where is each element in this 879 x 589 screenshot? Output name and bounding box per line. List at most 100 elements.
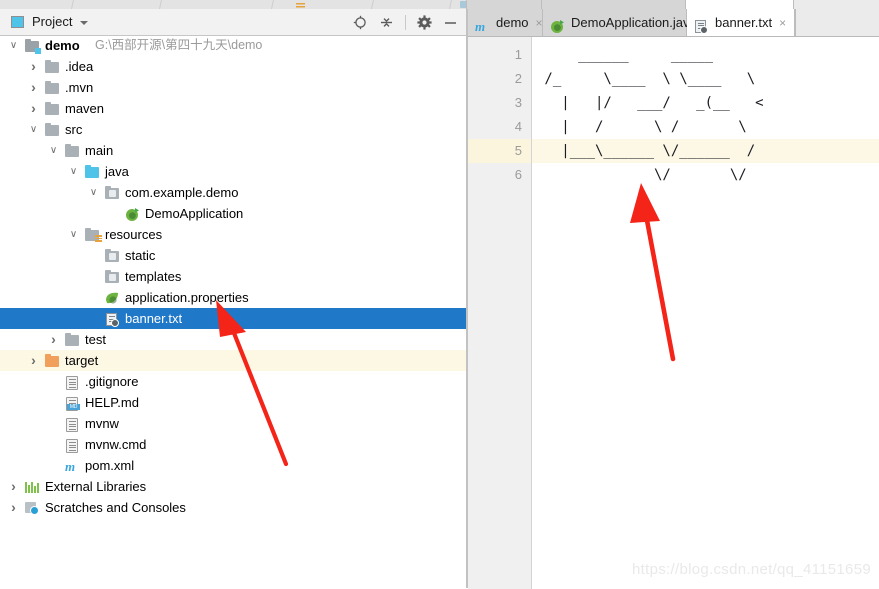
- folder-icon: [45, 80, 60, 94]
- line-number[interactable]: 4: [482, 115, 522, 139]
- editor-area: mdemo×DemoApplication.java×banner.txt× 1…: [468, 9, 879, 589]
- tree-row-label: templates: [125, 269, 182, 284]
- intellij-idea-window: Project ∨ demo G:\西部开源\第四十九天\demo › .ide…: [0, 0, 879, 589]
- folder-icon: [65, 143, 80, 157]
- tree-row-scratches-and-consoles[interactable]: Scratches and Consoles: [0, 497, 466, 518]
- tree-row-label: .idea: [65, 59, 94, 74]
- code-line-row[interactable]: ______ _____: [532, 43, 879, 67]
- tree-expander-closed[interactable]: [28, 77, 39, 98]
- code-line-row[interactable]: |___\______ \/______ /: [532, 139, 879, 163]
- tree-row-resources[interactable]: resources: [0, 224, 466, 245]
- tree-expander-open[interactable]: [88, 182, 99, 203]
- code-line-row[interactable]: | / \ / \: [532, 115, 879, 139]
- tab-close-icon[interactable]: ×: [536, 16, 543, 30]
- tab-close-icon[interactable]: ×: [779, 16, 786, 30]
- scratches-icon: [25, 501, 40, 515]
- tab-label: banner.txt: [715, 15, 773, 30]
- banner-file-icon: [694, 19, 709, 34]
- locate-icon[interactable]: [353, 15, 368, 30]
- code-line-row[interactable]: | |/ ___/ _(__ <: [532, 91, 879, 115]
- tree-row-banner-txt[interactable]: banner.txt: [0, 308, 466, 329]
- editor-tab-bar[interactable]: mdemo×DemoApplication.java×banner.txt×: [468, 9, 879, 36]
- tree-row-label: .gitignore: [85, 374, 139, 389]
- tree-row-test[interactable]: test: [0, 329, 466, 350]
- line-number[interactable]: 2: [482, 67, 522, 91]
- tree-expander-closed[interactable]: [28, 98, 39, 119]
- tree-row-label: banner.txt: [125, 311, 183, 326]
- text-editor[interactable]: 123456 ______ _____ /_ \____ \ \____ \ |…: [468, 36, 879, 589]
- project-tree[interactable]: demoG:\西部开源\第四十九天\demo .idea .mvnmavensrc m…: [0, 35, 466, 588]
- tree-expander-closed[interactable]: [8, 497, 19, 518]
- tree-expander-open[interactable]: [68, 161, 79, 182]
- text-file-icon: [65, 417, 80, 432]
- tree-row-application-properties[interactable]: application.properties: [0, 287, 466, 308]
- code-line-text: | |/ ___/ _(__ <: [536, 95, 764, 111]
- tree-row-label: java: [105, 164, 129, 179]
- tree-row-label: main: [85, 143, 114, 158]
- tree-expander-closed[interactable]: [28, 56, 39, 77]
- editor-code-area[interactable]: ______ _____ /_ \____ \ \____ \ | |/ ___…: [532, 37, 879, 589]
- tree-row-gitignore[interactable]: .gitignore: [0, 371, 466, 392]
- tree-expander-closed[interactable]: [28, 350, 39, 371]
- folder-icon: [65, 332, 80, 346]
- tree-expander-open[interactable]: [48, 140, 59, 161]
- resources-root-folder-icon: [85, 227, 102, 242]
- line-number[interactable]: 3: [482, 91, 522, 115]
- maven-file-icon: m: [475, 18, 486, 34]
- source-root-folder-icon: [85, 164, 100, 178]
- tree-expander-closed[interactable]: [48, 329, 59, 350]
- tree-row-label: application.properties: [125, 290, 249, 305]
- tree-row-external-libraries[interactable]: External Libraries: [0, 476, 466, 497]
- tool-window-title: Project: [32, 14, 73, 29]
- collapse-all-icon[interactable]: [379, 15, 394, 30]
- tree-row-mvnw[interactable]: mvnw: [0, 413, 466, 434]
- hide-icon[interactable]: [443, 15, 458, 30]
- banner-file-icon: [105, 312, 120, 327]
- tree-row-static[interactable]: static: [0, 245, 466, 266]
- line-number[interactable]: 6: [482, 163, 522, 187]
- tree-row-templates[interactable]: templates: [0, 266, 466, 287]
- code-line-row[interactable]: /_ \____ \ \____ \: [532, 67, 879, 91]
- tree-row-pom-xml[interactable]: m pom.xml: [0, 455, 466, 476]
- code-line-text: |___\______ \/______ /: [536, 143, 756, 159]
- tree-row-java[interactable]: java: [0, 161, 466, 182]
- code-line-text: /_ \____ \ \____ \: [536, 71, 756, 87]
- tree-row-target[interactable]: target: [0, 350, 466, 371]
- tree-row-idea[interactable]: .idea: [0, 56, 466, 77]
- tree-row-mvnw-cmd[interactable]: mvnw.cmd: [0, 434, 466, 455]
- code-line-row[interactable]: \/ \/: [532, 163, 879, 187]
- editor-tab-demo[interactable]: m demo ×: [468, 9, 543, 36]
- tab-label: DemoApplication.java: [571, 15, 697, 30]
- tree-row-label: pom.xml: [85, 458, 135, 473]
- line-number[interactable]: 5: [482, 139, 522, 163]
- tree-row-demoapplication[interactable]: DemoApplication: [0, 203, 466, 224]
- tree-row-com-example-demo[interactable]: com.example.demo: [0, 182, 466, 203]
- tab-label: demo: [496, 15, 529, 30]
- maven-file-icon: m: [65, 459, 76, 474]
- editor-tab-filler: [795, 9, 879, 36]
- editor-tab-banner-txt[interactable]: banner.txt ×: [687, 9, 795, 36]
- tree-expander-open[interactable]: [68, 224, 79, 245]
- tree-row-help-md[interactable]: MD HELP.md: [0, 392, 466, 413]
- editor-gutter[interactable]: 123456: [468, 37, 532, 589]
- tree-row-maven[interactable]: maven: [0, 98, 466, 119]
- tree-row-label: resources: [105, 227, 163, 242]
- spring-class-icon: [125, 207, 140, 221]
- settings-gear-icon[interactable]: [417, 14, 432, 30]
- tree-row-label: static: [125, 248, 156, 263]
- project-icon: [11, 16, 24, 28]
- package-icon: [105, 269, 120, 283]
- tool-window-actions: [353, 9, 458, 35]
- tree-row-main[interactable]: main: [0, 140, 466, 161]
- editor-tab-demoapplication-java[interactable]: DemoApplication.java×: [543, 9, 711, 36]
- tree-row-label: mvnw.cmd: [85, 437, 147, 452]
- tree-expander-open[interactable]: [28, 119, 39, 140]
- tree-expander-open[interactable]: [8, 35, 19, 56]
- tree-expander-closed[interactable]: [8, 476, 19, 497]
- line-number[interactable]: 1: [482, 43, 522, 67]
- tree-row-demo[interactable]: demo G:\西部开源\第四十九天\demo: [0, 35, 466, 56]
- tree-row-mvn[interactable]: .mvn: [0, 77, 466, 98]
- chevron-down-icon[interactable]: [80, 21, 88, 25]
- tree-row-src[interactable]: src: [0, 119, 466, 140]
- tree-row-label: HELP.md: [85, 395, 139, 410]
